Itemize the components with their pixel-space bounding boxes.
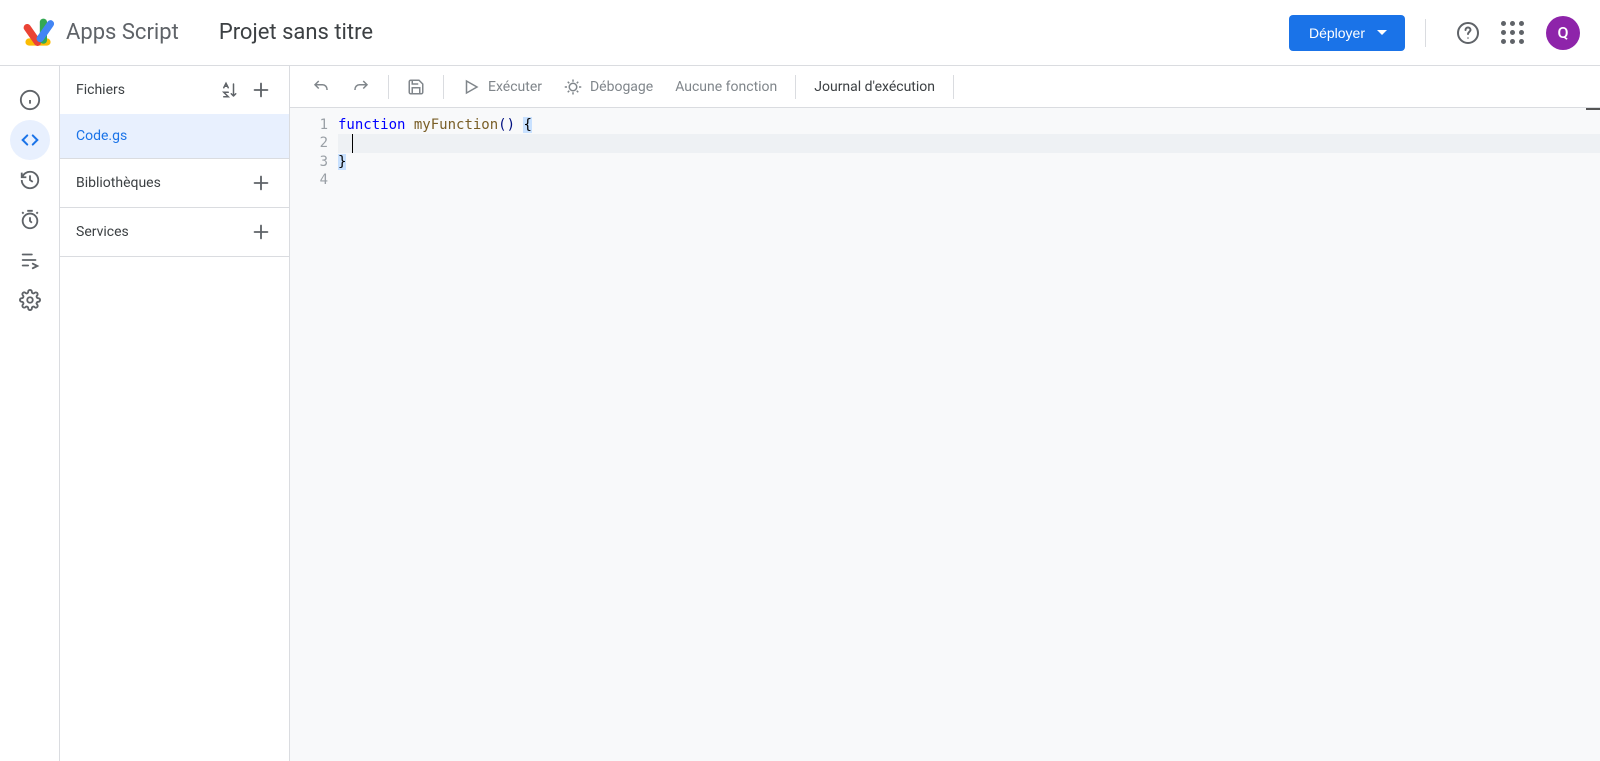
rail-triggers-icon[interactable] — [10, 200, 50, 240]
app-name: Apps Script — [66, 20, 179, 45]
help-icon[interactable] — [1456, 21, 1480, 45]
line-number: 1 — [290, 116, 328, 134]
avatar-initial: Q — [1557, 23, 1568, 42]
separator — [443, 75, 444, 99]
code-line — [338, 171, 1600, 189]
no-function-label: Aucune fonction — [675, 79, 777, 95]
apps-script-logo-icon — [20, 15, 56, 51]
libraries-section-header: Bibliothèques — [60, 159, 289, 207]
redo-button[interactable] — [342, 71, 380, 103]
rail-history-icon[interactable] — [10, 160, 50, 200]
save-button[interactable] — [397, 71, 435, 103]
run-button[interactable]: Exécuter — [452, 71, 552, 103]
code-content[interactable]: function myFunction() { } — [338, 108, 1600, 761]
nav-rail — [0, 66, 60, 761]
rail-overview-icon[interactable] — [10, 80, 50, 120]
minimap-marker — [1586, 108, 1600, 110]
line-number: 4 — [290, 171, 328, 189]
separator — [795, 75, 796, 99]
editor-toolbar: Exécuter Débogage Aucune fonction Journa… — [290, 66, 1600, 108]
separator — [953, 75, 954, 99]
divider — [1425, 19, 1426, 47]
project-title[interactable]: Projet sans titre — [219, 20, 373, 45]
add-file-icon[interactable] — [245, 74, 277, 106]
sort-az-icon[interactable] — [213, 74, 245, 106]
files-label: Fichiers — [76, 82, 213, 98]
add-service-icon[interactable] — [245, 216, 277, 248]
google-apps-icon[interactable] — [1500, 21, 1524, 45]
text-cursor — [352, 134, 353, 152]
execution-log-button[interactable]: Journal d'exécution — [804, 71, 945, 103]
run-label: Exécuter — [488, 79, 542, 95]
main-area: Exécuter Débogage Aucune fonction Journa… — [290, 66, 1600, 761]
code-line: } — [338, 153, 1600, 171]
rail-executions-icon[interactable] — [10, 240, 50, 280]
debug-label: Débogage — [590, 79, 653, 95]
sidebar: Fichiers Code.gs Bibliothèques — [60, 66, 290, 761]
logo-group[interactable]: Apps Script — [20, 15, 179, 51]
app-header: Apps Script Projet sans titre Déployer Q — [0, 0, 1600, 66]
line-number: 2 — [290, 134, 328, 152]
line-number: 3 — [290, 153, 328, 171]
dropdown-triangle-icon — [1377, 30, 1387, 35]
debug-button[interactable]: Débogage — [554, 71, 663, 103]
file-name: Code.gs — [76, 128, 127, 144]
libraries-label: Bibliothèques — [76, 175, 245, 191]
undo-button[interactable] — [302, 71, 340, 103]
services-label: Services — [76, 224, 245, 240]
files-section-header: Fichiers — [60, 66, 289, 114]
exec-log-label: Journal d'exécution — [814, 79, 935, 95]
code-editor[interactable]: 1 2 3 4 function myFunction() { } — [290, 108, 1600, 761]
file-code-gs[interactable]: Code.gs — [60, 114, 289, 158]
rail-settings-icon[interactable] — [10, 280, 50, 320]
deploy-button[interactable]: Déployer — [1289, 15, 1405, 51]
account-avatar[interactable]: Q — [1546, 16, 1580, 50]
function-selector[interactable]: Aucune fonction — [665, 71, 787, 103]
code-line: function myFunction() { — [338, 116, 1600, 134]
rail-editor-icon[interactable] — [10, 120, 50, 160]
separator — [388, 75, 389, 99]
deploy-label: Déployer — [1309, 25, 1365, 41]
services-section-header: Services — [60, 208, 289, 256]
add-library-icon[interactable] — [245, 167, 277, 199]
line-gutter: 1 2 3 4 — [290, 108, 338, 761]
current-line-highlight — [338, 134, 1600, 152]
